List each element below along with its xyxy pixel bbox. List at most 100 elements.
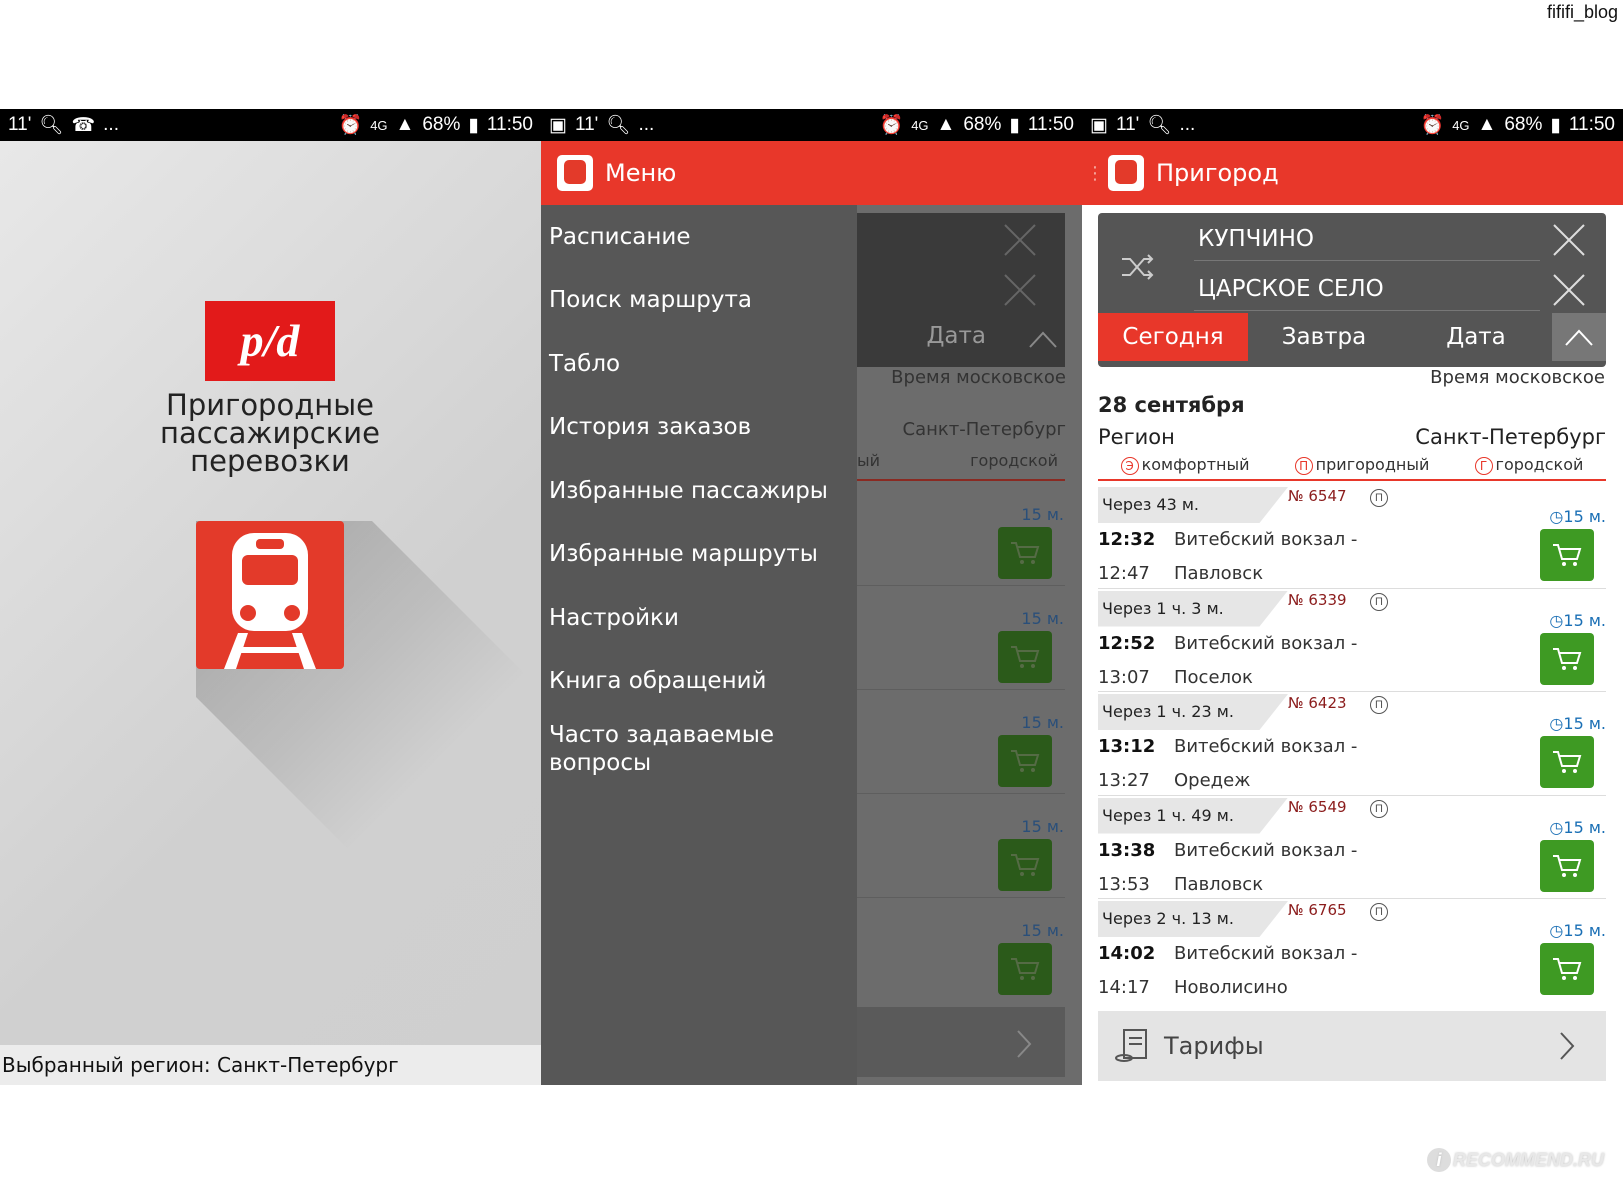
menu-item-board[interactable]: Табло — [541, 332, 857, 396]
menu-screen: ▣ 11' 🔍︎ ... ⏰ 4G ▲ 68% ▮ 11:50 Меню Рас… — [541, 109, 1082, 1085]
train-row[interactable]: Через 1 ч. 3 м. № 6339 П 12:52 13:07 Вит… — [1098, 589, 1606, 692]
phone-icon: ☎ — [71, 114, 96, 136]
dimmed-duration: 15 м. — [1021, 921, 1064, 940]
splash-title-line: пассажирские — [160, 416, 380, 450]
train-type-legend: Экомфортный Ппригородный Ггородской — [1098, 455, 1606, 481]
dimmed-duration: 15 м. — [1021, 505, 1064, 524]
cart-icon — [998, 943, 1052, 995]
menu-item-faq[interactable]: Часто задаваемые вопросы — [541, 713, 831, 783]
dimmed-divider — [857, 585, 1065, 586]
train-type-badge: П — [1370, 799, 1388, 818]
alarm-icon: ⏰ — [1420, 115, 1445, 136]
menu-item-favorite-passengers[interactable]: Избранные пассажиры — [541, 459, 857, 523]
menu-app-bar: Меню — [541, 141, 1082, 205]
type-label: комфортный — [1141, 455, 1250, 474]
menu-item-route-search[interactable]: Поиск маршрута — [541, 269, 857, 333]
status-left: 11' — [1115, 114, 1140, 135]
clear-from-icon[interactable] — [1552, 223, 1586, 257]
collapse-button[interactable] — [1552, 313, 1606, 361]
status-left: 11' — [574, 114, 599, 135]
train-app-icon[interactable] — [557, 155, 593, 191]
menu-item-settings[interactable]: Настройки — [541, 586, 857, 650]
route-destination: Павловск — [1174, 563, 1264, 584]
from-station-field[interactable]: КУПЧИНО — [1194, 217, 1540, 261]
dimmed-duration: 15 м. — [1021, 609, 1064, 628]
menu-item-order-history[interactable]: История заказов — [541, 396, 857, 460]
route-origin: Витебский вокзал - — [1174, 943, 1358, 964]
cart-icon — [1553, 854, 1582, 877]
train-type-badge: П — [1370, 489, 1388, 507]
schedule-body: КУПЧИНО ЦАРСКОЕ СЕЛО Сегодня Завтра Дата… — [1082, 205, 1623, 1085]
train-type-badge: П — [1370, 592, 1388, 611]
type-badge: Г — [1474, 457, 1493, 475]
tariffs-button[interactable]: Тарифы — [1098, 1011, 1606, 1081]
duration-value: 15 м. — [1563, 817, 1606, 837]
clock: 11:50 — [486, 114, 533, 135]
dimmed-divider — [857, 897, 1065, 898]
splash-screen: 11' 🔍︎ ☎ ... ⏰ 4G ▲ 68% ▮ 11:50 p/d Приг… — [0, 109, 541, 1085]
train-app-icon[interactable] — [1108, 155, 1144, 191]
buy-ticket-button[interactable] — [1540, 529, 1594, 581]
status-left: 11' — [8, 114, 32, 135]
swap-icon[interactable] — [1120, 249, 1156, 285]
region-row[interactable]: Регион Санкт-Петербург — [1098, 425, 1606, 449]
departs-in: Через 1 ч. 23 м. — [1098, 694, 1288, 730]
date-tabs: Сегодня Завтра Дата — [1098, 313, 1606, 361]
battery-icon: ▮ — [1550, 114, 1561, 136]
region-label: Регион — [1098, 425, 1175, 449]
cart-icon — [1553, 647, 1582, 670]
clock: 11:50 — [1027, 114, 1074, 135]
type-comfort: Экомфортный — [1120, 455, 1250, 479]
image-icon: ▣ — [1090, 114, 1108, 136]
buy-ticket-button[interactable] — [1540, 632, 1594, 685]
tab-date[interactable]: Дата — [1400, 313, 1552, 361]
tab-tomorrow[interactable]: Завтра — [1248, 313, 1400, 361]
signal-icon: ▲ — [1477, 114, 1497, 135]
menu-item-favorite-routes[interactable]: Избранные маршруты — [541, 523, 857, 587]
train-row[interactable]: Через 43 м. № 6547 П 12:32 12:47 Витебск… — [1098, 485, 1606, 589]
dimmed-divider — [857, 793, 1065, 794]
selected-region[interactable]: Выбранный регион: Санкт-Петербург — [0, 1045, 541, 1085]
cart-icon — [998, 527, 1052, 579]
route-destination: Поселок — [1174, 666, 1253, 688]
recommend-logo-icon: i — [1427, 1148, 1451, 1172]
arrival-time: 12:47 — [1098, 563, 1150, 584]
tariff-document-icon — [1115, 1029, 1147, 1062]
clear-to-icon[interactable] — [1552, 273, 1586, 307]
to-station-field[interactable]: ЦАРСКОЕ СЕЛО — [1194, 267, 1540, 311]
image-icon: ▣ — [549, 114, 567, 136]
buy-ticket-button[interactable] — [1540, 736, 1594, 788]
splash-title: Пригородные пассажирские перевозки — [120, 388, 420, 476]
chevron-up-icon — [1565, 329, 1593, 346]
train-row[interactable]: Через 1 ч. 49 м. № 6549 П 13:38 13:53 Ви… — [1098, 796, 1606, 899]
splash-title-line: Пригородные — [166, 388, 374, 422]
departure-time: 13:38 — [1098, 839, 1156, 861]
dimmed-type: городской — [970, 451, 1058, 470]
tab-today[interactable]: Сегодня — [1098, 313, 1248, 361]
train-type-badge: П — [1370, 903, 1388, 921]
arrival-time: 13:27 — [1098, 770, 1150, 791]
buy-ticket-button[interactable] — [1540, 839, 1594, 892]
dimmed-content[interactable]: Дата Время московское Санкт-Петербург ый… — [857, 205, 1082, 1085]
dimmed-divider — [857, 689, 1065, 690]
duration-value: 15 м. — [1563, 921, 1606, 940]
cart-icon — [1553, 544, 1582, 566]
clock-icon: ◷ — [1549, 817, 1564, 837]
clock-icon: ◷ — [1549, 610, 1564, 630]
menu-item-feedback-book[interactable]: Книга обращений — [541, 650, 857, 714]
hamburger-icon[interactable]: ⋮ — [1086, 163, 1104, 184]
menu-item-schedule[interactable]: Расписание — [541, 205, 857, 269]
status-bar: ▣ 11' 🔍︎ ... ⏰ 4G ▲ 68% ▮ 11:50 — [1082, 109, 1623, 141]
cart-icon — [998, 839, 1052, 891]
arrival-time: 13:07 — [1098, 666, 1150, 688]
train-number: № 6547 — [1288, 487, 1347, 505]
signal-icon: ▲ — [936, 114, 956, 135]
dimmed-duration: 15 м. — [1021, 817, 1064, 836]
train-row[interactable]: Через 1 ч. 23 м. № 6423 П 13:12 13:27 Ви… — [1098, 692, 1606, 796]
cart-icon — [1553, 751, 1582, 773]
route-origin: Витебский вокзал - — [1174, 839, 1358, 861]
buy-ticket-button[interactable] — [1540, 943, 1594, 995]
cart-icon — [998, 631, 1052, 683]
departs-in: Через 2 ч. 13 м. — [1098, 901, 1288, 937]
train-row[interactable]: Через 2 ч. 13 м. № 6765 П 14:02 14:17 Ви… — [1098, 899, 1606, 1003]
